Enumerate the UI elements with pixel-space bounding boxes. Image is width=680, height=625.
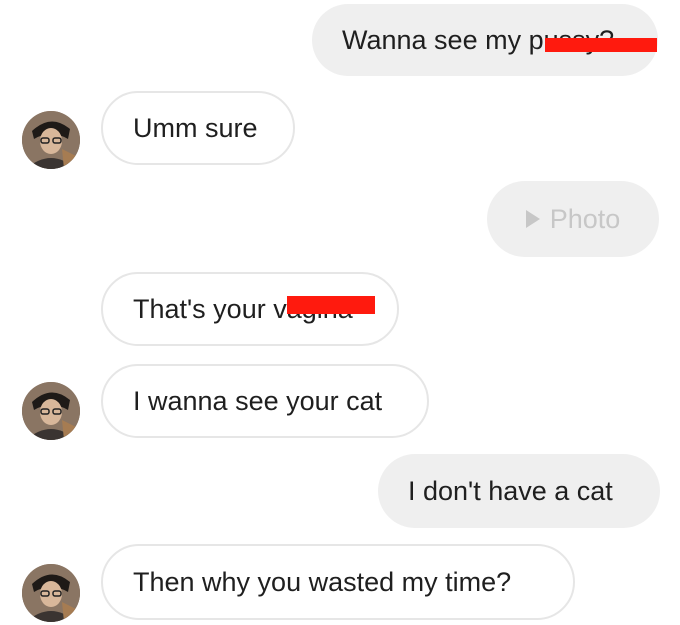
redaction-bar bbox=[545, 38, 657, 52]
message-text: Then why you wasted my time? bbox=[133, 566, 512, 597]
message-text: Umm sure bbox=[133, 112, 258, 143]
message-bubble-incoming[interactable]: I wanna see your cat bbox=[101, 364, 429, 438]
play-icon bbox=[525, 210, 540, 228]
sender-avatar[interactable] bbox=[22, 564, 80, 622]
user-avatar-icon bbox=[22, 564, 80, 622]
message-bubble-incoming[interactable]: Umm sure bbox=[101, 91, 295, 165]
redaction-bar bbox=[287, 296, 375, 314]
message-text: I don't have a cat bbox=[408, 475, 613, 506]
user-avatar-icon bbox=[22, 382, 80, 440]
sender-avatar[interactable] bbox=[22, 382, 80, 440]
message-bubble-incoming[interactable]: Then why you wasted my time? bbox=[101, 544, 575, 620]
sender-avatar[interactable] bbox=[22, 111, 80, 169]
photo-label: Photo bbox=[549, 203, 621, 234]
user-avatar-icon bbox=[22, 111, 80, 169]
message-text: I wanna see your cat bbox=[133, 385, 383, 416]
message-bubble-outgoing[interactable]: I don't have a cat bbox=[378, 454, 660, 528]
message-thread: Wanna see my pussy? Umm sure Photo That'… bbox=[0, 0, 680, 625]
photo-message-bubble[interactable]: Photo bbox=[487, 181, 659, 257]
